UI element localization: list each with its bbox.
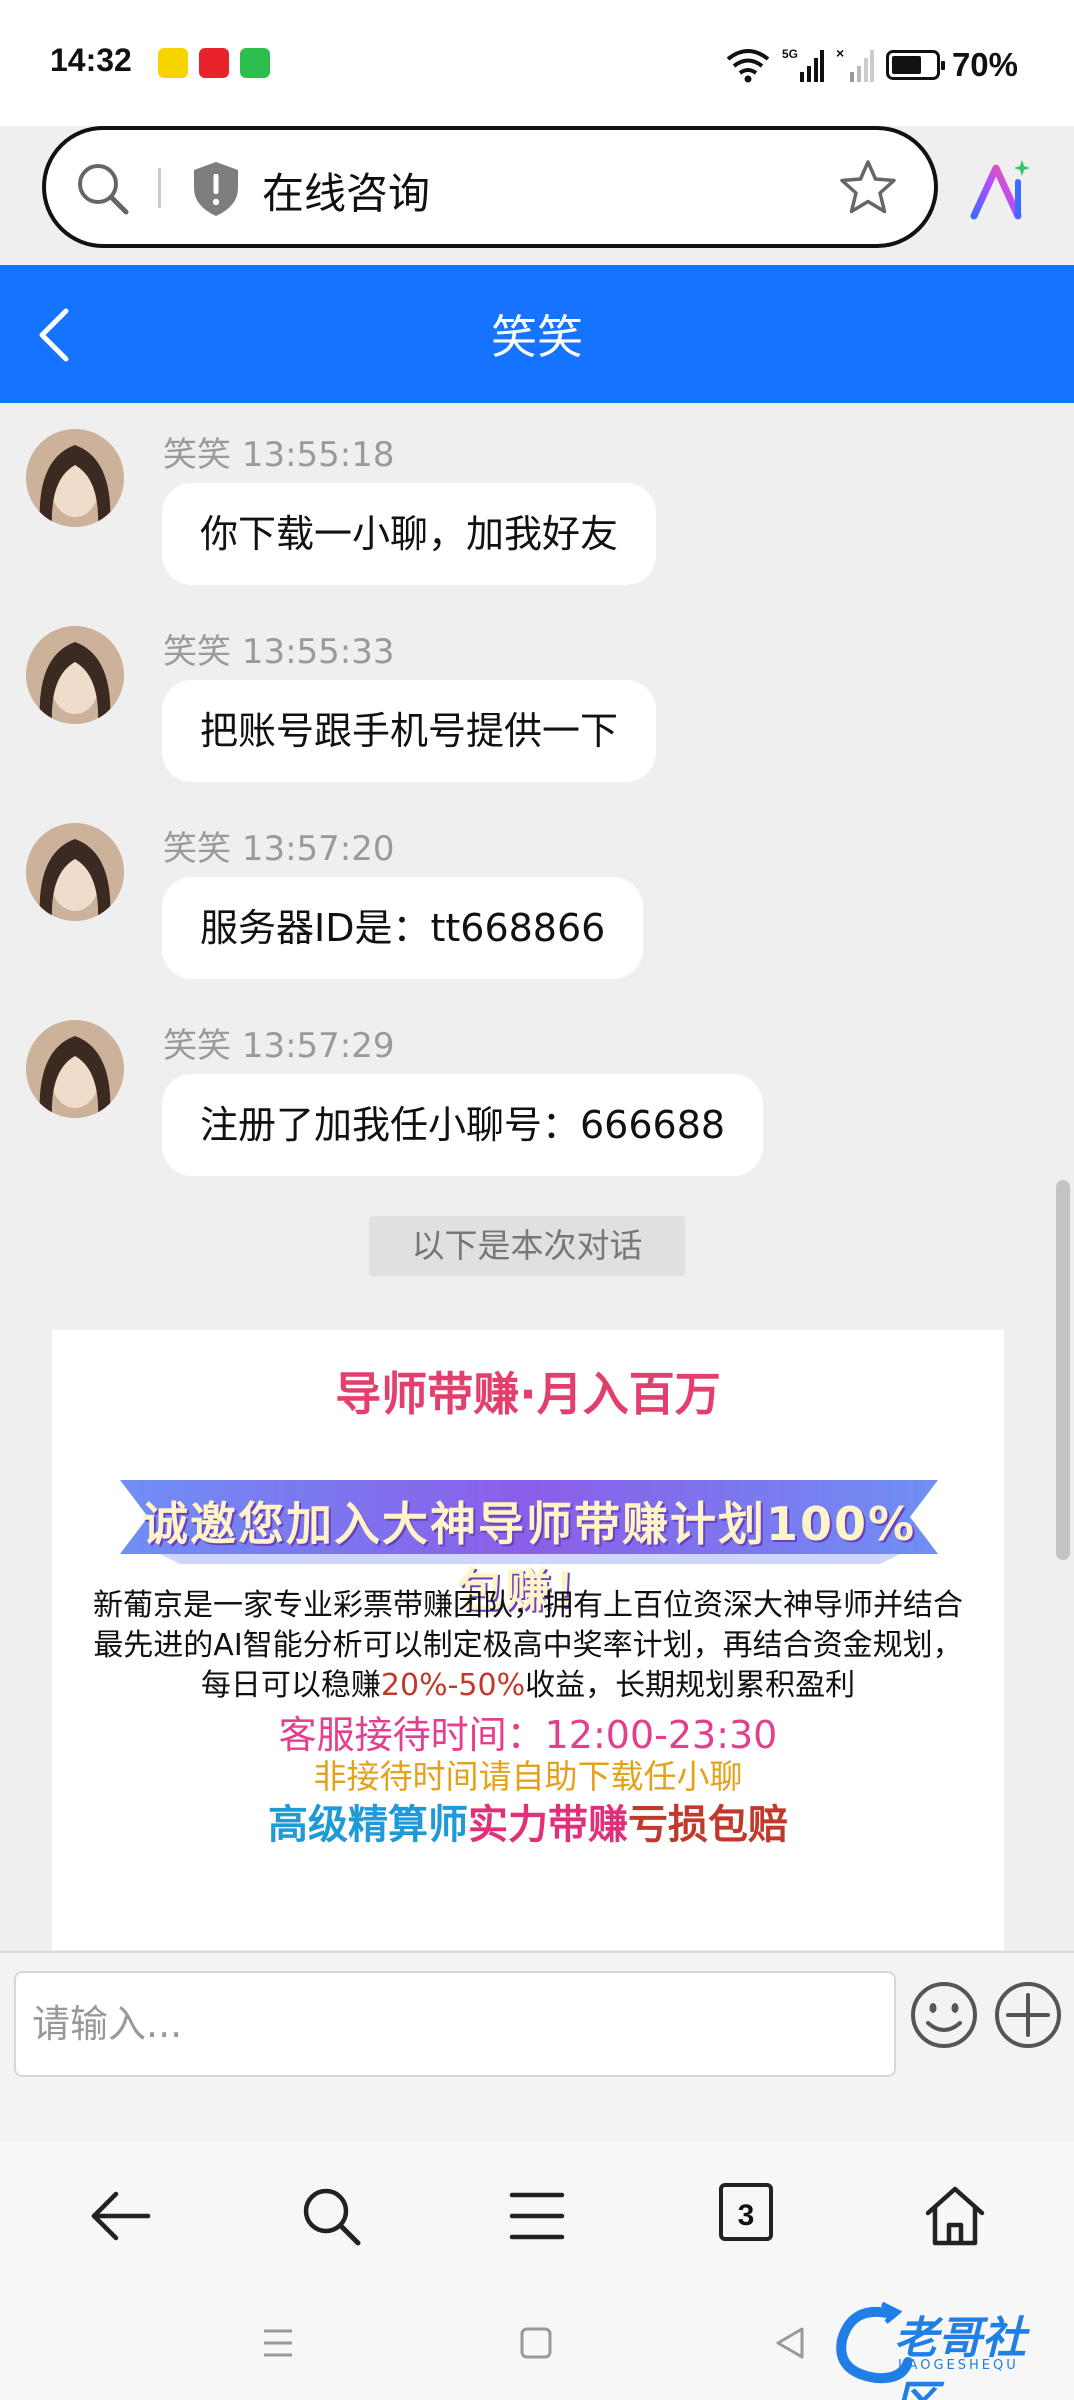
conversation-divider: 以下是本次对话 [369, 1216, 685, 1276]
promo-description: 新葡京是一家专业彩票带赚团队，拥有上百位资深大神导师并结合 最先进的AI智能分析… [93, 1588, 963, 1703]
home-nav-icon[interactable] [518, 2325, 554, 2361]
message-item: 笑笑 13:57:20 服务器ID是：tt668866 [0, 797, 1074, 979]
message-bubble[interactable]: 把账号跟手机号提供一下 [162, 680, 657, 782]
battery-percent: 70% [951, 46, 1018, 83]
menu-icon[interactable] [504, 2183, 570, 2249]
status-bar: 14:32 5G × 70% [0, 0, 1074, 126]
back-icon[interactable] [88, 2183, 154, 2249]
signal-5g-icon: 5G [782, 47, 824, 82]
promo-slogan: 高级精算师实力带赚亏损包赔 [268, 1802, 788, 1848]
input-bar [0, 1951, 1074, 2141]
message-bubble[interactable]: 你下载一小聊，加我好友 [162, 483, 657, 585]
tabs-button[interactable]: 3 [719, 2183, 773, 2241]
star-bookmark-icon[interactable] [838, 158, 898, 218]
chat-contact-name: 笑笑 [491, 310, 583, 364]
home-icon[interactable] [922, 2183, 988, 2249]
wifi-icon [726, 49, 770, 83]
signal-no-service-icon: × [836, 46, 874, 82]
avatar[interactable] [26, 1020, 124, 1118]
message-meta: 笑笑 13:57:29 [163, 1026, 395, 1066]
promo-banner: 诚邀您加入大神导师带赚计划100%包赚！ [120, 1470, 938, 1617]
avatar[interactable] [26, 626, 124, 724]
status-indicators: 5G × 70% [726, 40, 1018, 90]
message-meta: 笑笑 13:55:33 [163, 632, 395, 672]
message-notification-icon [240, 48, 270, 78]
message-input[interactable] [14, 1971, 896, 2077]
browser-toolbar: 3 [0, 2141, 1074, 2291]
scrollbar[interactable] [1056, 1180, 1070, 1560]
app-notification-icon [199, 48, 229, 78]
message-bubble[interactable]: 注册了加我任小聊号：666688 [162, 1074, 764, 1176]
message-meta: 笑笑 13:57:20 [163, 829, 395, 869]
add-attachment-icon[interactable] [992, 1979, 1064, 2051]
recent-apps-icon[interactable] [260, 2325, 296, 2361]
svg-text:×: × [836, 46, 844, 61]
battery-icon [885, 50, 945, 80]
watermark-logo: 老哥社区 LAOGESHEQU [832, 2296, 1064, 2400]
address-bar[interactable]: 在线咨询 [42, 126, 938, 248]
ai-assistant-icon[interactable] [968, 158, 1032, 222]
message-item: 笑笑 13:55:33 把账号跟手机号提供一下 [0, 600, 1074, 782]
message-meta: 笑笑 13:55:18 [163, 435, 395, 475]
emoji-icon[interactable] [908, 1979, 980, 2051]
svg-text:5G: 5G [782, 47, 798, 61]
back-nav-icon[interactable] [772, 2325, 808, 2361]
security-shield-icon[interactable] [190, 160, 242, 218]
message-bubble[interactable]: 服务器ID是：tt668866 [162, 877, 644, 979]
page-title[interactable]: 在线咨询 [262, 160, 430, 221]
status-time: 14:32 [50, 42, 132, 78]
tab-count: 3 [737, 2199, 755, 2232]
avatar[interactable] [26, 429, 124, 527]
promo-title: 导师带赚·月入百万 [335, 1367, 721, 1421]
chat-header: 笑笑 [0, 265, 1074, 403]
search-icon[interactable] [298, 2183, 364, 2249]
search-icon[interactable] [72, 158, 132, 218]
message-item: 笑笑 13:57:29 注册了加我任小聊号：666688 [0, 994, 1074, 1176]
off-hours-note: 非接待时间请自助下载任小聊 [313, 1757, 743, 1796]
app-notification-icon [158, 48, 188, 78]
promo-card[interactable]: 导师带赚·月入百万 诚邀您加入大神导师带赚计划100%包赚！ 新葡京是一家专业彩… [52, 1330, 1004, 1950]
avatar[interactable] [26, 823, 124, 921]
address-divider [158, 168, 161, 208]
message-item: 笑笑 13:55:18 你下载一小聊，加我好友 [0, 403, 1074, 585]
